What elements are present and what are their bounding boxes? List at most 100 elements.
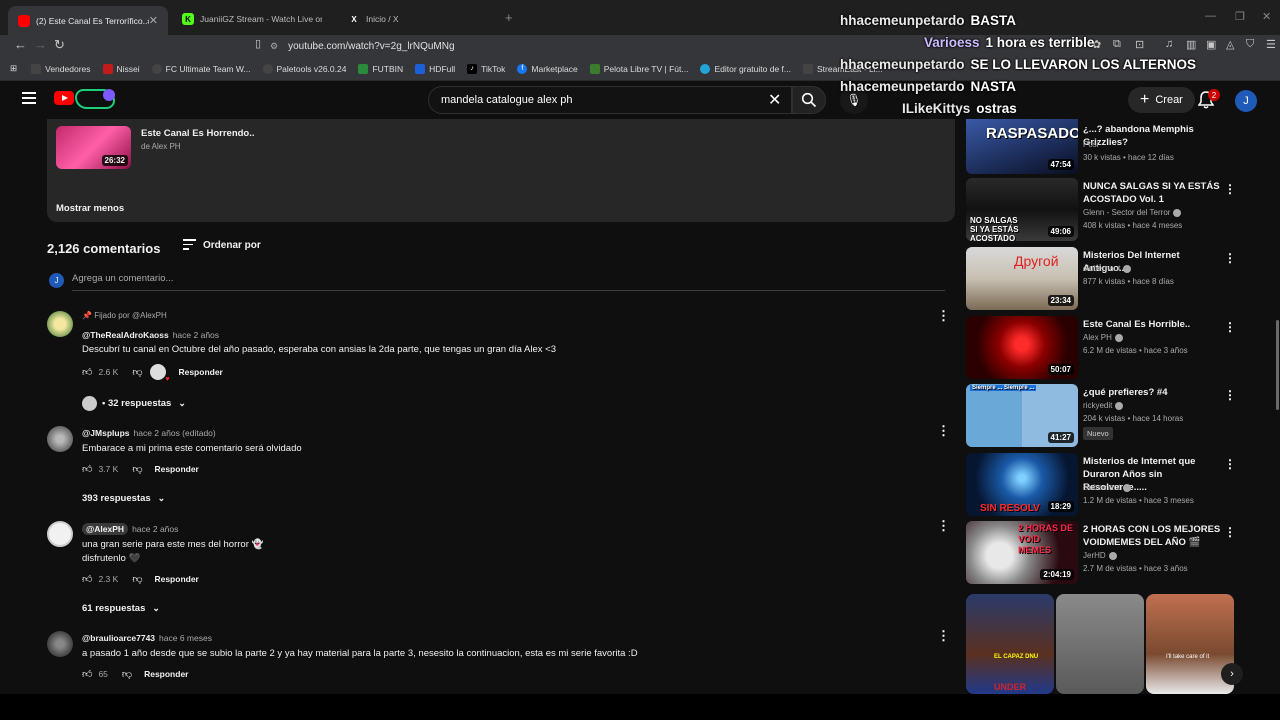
bookmark-item[interactable]: f Marketplace [517,63,578,74]
site-info-icon[interactable]: ⚙ [270,41,278,52]
comment-more-icon[interactable]: ⋮ [937,629,950,642]
thumbs-up-icon[interactable]: 👍︎ [82,668,92,680]
video-title[interactable]: ¿...? abandona Memphis Grizzlies? [1083,123,1223,149]
linked-video-thumbnail[interactable]: 26:32 [56,126,131,169]
comment-more-icon[interactable]: ⋮ [937,309,950,322]
commenter-avatar[interactable] [47,521,73,547]
comment-author[interactable]: @JMsplups [82,428,130,438]
bookmark-item[interactable]: Pelota Libre TV | Fút... [589,63,688,74]
account-avatar[interactable]: J [1235,90,1257,112]
forward-icon[interactable]: → [34,37,47,52]
more-options-icon[interactable]: ⋮ [1224,525,1236,539]
browser-tab-kick[interactable]: K JuaniiGZ Stream - Watch Live on [172,8,332,30]
more-options-icon[interactable]: ⋮ [1224,320,1236,334]
thumbs-up-icon[interactable]: 👍︎ [82,573,92,585]
thumbs-up-icon[interactable]: 👍︎ [82,366,92,378]
related-video[interactable]: Siempre ... Siempre ... 41:27 ¿qué prefi… [966,384,1246,449]
short-video[interactable]: EL CAPAZ DNU UNDER [966,594,1054,694]
bookmark-item[interactable]: FC Ultimate Team W... [151,63,251,74]
clear-search-icon[interactable]: ✕ [768,90,781,110]
related-video[interactable]: SIN RESOLV 18:29 Misterios de Internet q… [966,453,1246,518]
view-replies-button[interactable]: • 32 respuestas ⌄ [82,396,186,411]
bookmark-item[interactable]: Vendedores [31,63,91,74]
minimize-icon[interactable]: — [1205,10,1216,22]
related-video[interactable]: RASPASADO 47:54 ¿...? abandona Memphis G… [966,119,1246,184]
rewards-icon[interactable]: ◬ [1226,38,1234,51]
sidebar-icon[interactable]: ▥ [1186,38,1196,51]
close-window-icon[interactable]: ✕ [1262,10,1271,23]
chevron-right-icon[interactable]: › [1221,663,1243,685]
thumbs-down-icon[interactable]: 👎︎ [122,668,132,680]
bookmark-icon[interactable]: ▯ [255,37,261,50]
video-title[interactable]: Este Canal Es Horrible.. [1083,318,1223,331]
video-title[interactable]: ¿qué prefieres? #4 [1083,386,1223,399]
view-replies-button[interactable]: 61 respuestas ⌄ [82,603,160,614]
reply-button[interactable]: Responder [154,574,198,584]
video-title[interactable]: NUNCA SALGAS SI YA ESTÁS ACOSTADO Vol. 1 [1083,180,1223,206]
related-video[interactable]: NO SALGAS SI YA ESTÁS ACOSTADO 49:06 NUN… [966,178,1246,243]
close-tab-icon[interactable]: ✕ [149,14,158,27]
comment-more-icon[interactable]: ⋮ [937,519,950,532]
comment-author[interactable]: @TheRealAdroKaoss [82,330,169,340]
new-tab-icon[interactable]: + [505,10,513,25]
video-thumbnail[interactable]: Другой 23:34 [966,247,1078,310]
reply-button[interactable]: Responder [144,669,188,679]
more-options-icon[interactable]: ⋮ [1224,388,1236,402]
maximize-icon[interactable]: ❐ [1235,10,1245,23]
youtube-doodle-logo[interactable] [75,89,115,109]
show-less-button[interactable]: Mostrar menos [56,203,124,214]
url-field[interactable]: ⚙ youtube.com/watch?v=2g_lrNQuMNg [270,36,830,56]
more-options-icon[interactable]: ⋮ [1224,457,1236,471]
search-input[interactable]: mandela catalogue alex ph [428,86,792,114]
thumbs-down-icon[interactable]: 👎︎ [132,573,142,585]
apps-grid-icon[interactable]: ⊞ [10,63,17,74]
video-title[interactable]: 2 HORAS CON LOS MEJORES VOIDMEMES DEL AÑ… [1083,523,1223,549]
commenter-avatar[interactable] [47,311,73,337]
comment-more-icon[interactable]: ⋮ [937,424,950,437]
shield-icon[interactable]: ⛉ [1246,38,1254,51]
bookmark-item[interactable]: ♪ TikTok [467,63,505,74]
bookmark-item[interactable]: Nissei [102,63,140,74]
linked-video-title[interactable]: Este Canal Es Horrendo.. [141,128,255,139]
view-replies-button[interactable]: 393 respuestas ⌄ [82,493,165,504]
search-button[interactable] [792,86,826,114]
extension-icon[interactable]: ⧉ [1113,38,1121,51]
reply-button[interactable]: Responder [178,367,222,377]
menu-icon[interactable]: ☰ [1266,38,1276,51]
bookmark-item[interactable]: Editor gratuito de f... [700,63,791,74]
more-options-icon[interactable]: ⋮ [1224,251,1236,265]
video-thumbnail[interactable]: Siempre ... Siempre ... 41:27 [966,384,1078,447]
comment-author[interactable]: @braulioarce7743 [82,633,155,643]
back-icon[interactable]: ← [14,37,27,52]
browser-tab-youtube[interactable]: (2) Este Canal Es Terrorífico..#2 ✕ [8,6,168,35]
commenter-avatar[interactable] [47,426,73,452]
related-video[interactable]: Другой 23:34 Misterios Del Internet Anti… [966,247,1246,312]
video-thumbnail[interactable]: SIN RESOLV 18:29 [966,453,1078,516]
short-video[interactable]: I'll take care of it [1146,594,1234,694]
media-icon[interactable]: ♫ [1165,38,1173,50]
thumbs-down-icon[interactable]: 👎︎ [132,463,142,475]
commenter-avatar[interactable] [47,631,73,657]
browser-tab-x[interactable]: X Inicio / X [338,8,498,30]
add-comment-input[interactable]: Agrega un comentario... [72,273,945,291]
thumbs-down-icon[interactable]: 👎︎ [132,366,142,378]
short-video[interactable] [1056,594,1144,694]
related-video[interactable]: 50:07 Este Canal Es Horrible.. Alex PH 6… [966,316,1246,381]
page-scrollbar[interactable] [1276,320,1279,410]
reload-icon[interactable]: ↻ [54,37,65,53]
sort-comments-button[interactable]: Ordenar por [183,239,261,253]
bookmark-item[interactable]: HDFull [415,63,455,74]
comment-author[interactable]: @AlexPH [82,523,129,535]
more-options-icon[interactable]: ⋮ [1224,182,1236,196]
wallet-icon[interactable]: ▣ [1206,38,1216,51]
video-thumbnail[interactable]: NO SALGAS SI YA ESTÁS ACOSTADO 49:06 [966,178,1078,241]
youtube-logo[interactable] [54,91,74,105]
related-video[interactable]: 2 HORAS DE VOID MEMES 2:04:19 2 HORAS CO… [966,521,1246,586]
extension-icon[interactable]: ⊡ [1135,38,1144,51]
video-thumbnail[interactable]: RASPASADO 47:54 [966,119,1078,174]
video-thumbnail[interactable]: 2 HORAS DE VOID MEMES 2:04:19 [966,521,1078,584]
create-button[interactable]: + Crear [1128,87,1195,113]
hamburger-menu-icon[interactable] [22,92,36,104]
thumbs-up-icon[interactable]: 👍︎ [82,463,92,475]
bookmark-item[interactable]: Paletools v26.0.24 [262,63,346,74]
